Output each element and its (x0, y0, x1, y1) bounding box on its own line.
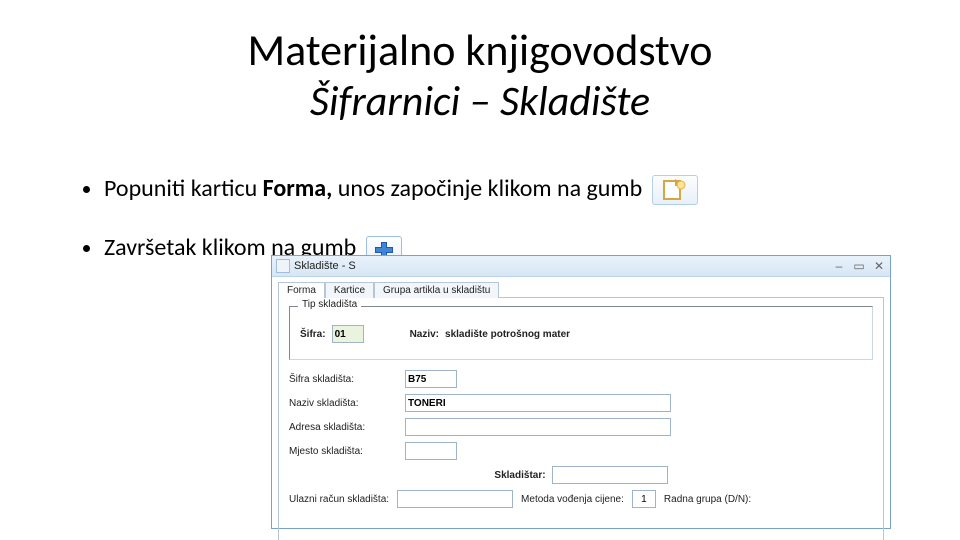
app-window: Skladište - S – ▭ ✕ Forma Kartice Grupa … (271, 255, 891, 529)
new-file-icon (652, 175, 698, 205)
tabs: Forma Kartice Grupa artikla u skladištu (278, 281, 884, 298)
tab-grupa[interactable]: Grupa artikla u skladištu (374, 282, 499, 298)
window-icon (276, 259, 290, 273)
titlebar: Skladište - S – ▭ ✕ (272, 256, 890, 277)
lbl-naziv-skladista: Naziv skladišta: (289, 398, 399, 409)
lbl-adresa-skladista: Adresa skladišta: (289, 422, 399, 433)
lbl-ulazni-racun: Ulazni račun skladišta: (289, 494, 389, 505)
val-naziv: skladište potrošnog mater (445, 329, 570, 340)
minimize-icon[interactable]: – (832, 259, 846, 273)
tab-forma[interactable]: Forma (278, 282, 325, 298)
group-title: Tip skladišta (298, 299, 361, 310)
maximize-icon[interactable]: ▭ (852, 259, 866, 273)
input-naziv-skladista[interactable] (405, 394, 671, 412)
form-panel: Tip skladišta Šifra: Naziv: skladište po… (278, 298, 884, 540)
lbl-mjesto-skladista: Mjesto skladišta: (289, 446, 399, 457)
window-title: Skladište - S (294, 260, 356, 272)
bullet-1: Popuniti karticu Forma, unos započinje k… (104, 174, 922, 205)
close-icon[interactable]: ✕ (872, 259, 886, 273)
lbl-naziv: Naziv: (410, 329, 439, 340)
slide-title: Materijalno knjigovodstvo (0, 28, 960, 72)
lbl-radna-grupa: Radna grupa (D/N): (664, 494, 751, 505)
input-mjesto-skladista[interactable] (405, 442, 457, 460)
group-tip-skladista: Tip skladišta Šifra: Naziv: skladište po… (289, 306, 873, 360)
slide-subtitle: Šifrarnici – Skladište (0, 80, 960, 124)
input-skladistar[interactable] (552, 466, 668, 484)
input-adresa-skladista[interactable] (405, 418, 671, 436)
lbl-metoda: Metoda vođenja cijene: (521, 494, 624, 505)
lbl-sifra-skladista: Šifra skladišta: (289, 374, 399, 385)
input-ulazni-racun[interactable] (397, 490, 513, 508)
tab-kartice[interactable]: Kartice (325, 282, 374, 298)
lbl-skladistar: Skladištar: (494, 470, 545, 481)
input-metoda[interactable] (632, 490, 656, 508)
input-sifra[interactable] (332, 325, 364, 343)
input-sifra-skladista[interactable] (405, 370, 457, 388)
lbl-sifra: Šifra: (300, 329, 326, 340)
window-controls: – ▭ ✕ (832, 259, 886, 273)
